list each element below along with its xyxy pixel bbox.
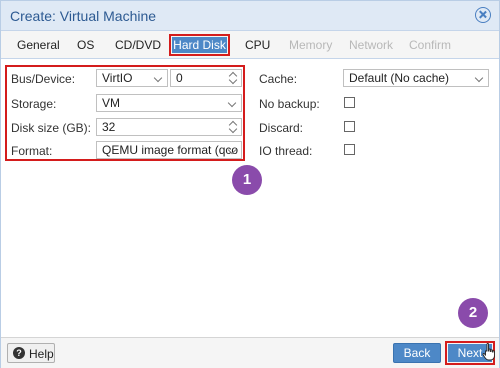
device-number-value: 0 — [176, 71, 183, 85]
dialog-window: Create: Virtual Machine General OS CD/DV… — [0, 0, 500, 368]
tab-hard-disk[interactable]: Hard Disk — [169, 34, 230, 56]
storage-select[interactable]: VM — [96, 94, 242, 112]
device-number-input[interactable]: 0 — [170, 69, 242, 87]
tab-os[interactable]: OS — [77, 37, 94, 57]
discard-checkbox[interactable] — [344, 121, 355, 132]
no-backup-label: No backup: — [259, 97, 320, 111]
chevron-down-icon — [227, 98, 237, 108]
io-thread-label: IO thread: — [259, 144, 313, 158]
spinner-icon — [229, 120, 237, 134]
tab-cd-dvd[interactable]: CD/DVD — [115, 37, 161, 57]
tab-general[interactable]: General — [17, 37, 60, 57]
annotation-badge-1: 1 — [232, 165, 262, 195]
back-button[interactable]: Back — [393, 343, 441, 363]
dialog-footer: ? Help Back Next — [1, 337, 499, 368]
spinner-icon — [229, 71, 237, 85]
tab-bar: General OS CD/DVD CPU Memory Network Con… — [1, 31, 499, 59]
cache-value: Default (No cache) — [349, 71, 450, 85]
disk-size-label: Disk size (GB): — [11, 121, 92, 135]
cache-select[interactable]: Default (No cache) — [343, 69, 489, 87]
format-select[interactable]: QEMU image format (qco — [96, 141, 242, 159]
bus-device-label: Bus/Device: — [11, 72, 76, 86]
tab-cpu[interactable]: CPU — [245, 37, 270, 57]
annotation-badge-2: 2 — [458, 298, 488, 328]
help-icon: ? — [13, 347, 25, 359]
storage-value: VM — [102, 96, 120, 110]
cache-label: Cache: — [259, 72, 298, 86]
chevron-down-icon — [474, 73, 484, 83]
discard-label: Discard: — [259, 121, 304, 135]
help-button[interactable]: ? Help — [7, 343, 55, 363]
dialog-title: Create: Virtual Machine — [10, 8, 157, 24]
close-icon[interactable] — [475, 7, 491, 23]
format-value: QEMU image format (qco — [102, 143, 239, 157]
help-label: Help — [29, 347, 54, 361]
format-label: Format: — [11, 144, 53, 158]
title-bar: Create: Virtual Machine — [1, 1, 499, 31]
tab-network: Network — [349, 38, 394, 52]
hand-cursor-icon — [482, 343, 495, 361]
storage-label: Storage: — [11, 97, 57, 111]
bus-device-select[interactable]: VirtIO — [96, 69, 168, 87]
tab-memory: Memory — [289, 38, 333, 52]
disk-size-input[interactable]: 32 — [96, 118, 242, 136]
tab-hard-disk-label: Hard Disk — [172, 37, 227, 53]
no-backup-checkbox[interactable] — [344, 97, 355, 108]
bus-device-value: VirtIO — [102, 71, 133, 85]
disk-size-value: 32 — [102, 120, 116, 134]
chevron-down-icon — [153, 73, 163, 83]
tab-confirm: Confirm — [409, 38, 452, 52]
io-thread-checkbox[interactable] — [344, 144, 355, 155]
